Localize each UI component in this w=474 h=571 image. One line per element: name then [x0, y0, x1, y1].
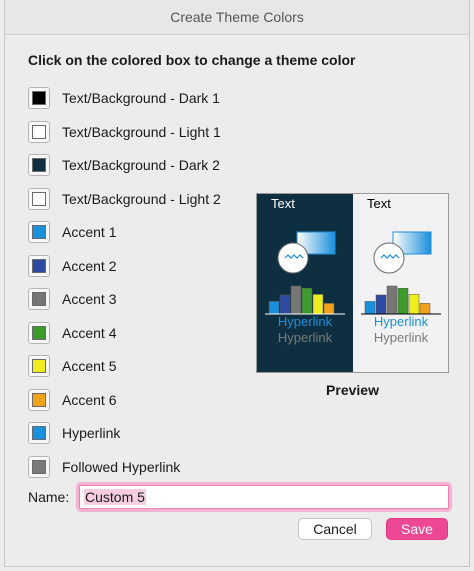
theme-color-label: Accent 3 — [62, 291, 117, 307]
color-swatch — [32, 392, 46, 407]
preview-light-bar — [408, 294, 420, 315]
color-swatch-button[interactable] — [28, 254, 50, 277]
color-swatch — [32, 191, 46, 206]
preview-dark-hyperlink: Hyperlink — [278, 314, 333, 329]
preview-dark-bar — [301, 287, 313, 315]
theme-color-row: Text/Background - Light 2 — [28, 186, 243, 212]
theme-color-label: Text/Background - Light 1 — [62, 123, 221, 140]
preview-light-bar — [375, 294, 387, 315]
preview-dark-bar — [279, 294, 291, 315]
color-swatch-button[interactable] — [28, 120, 50, 143]
color-swatch — [32, 225, 46, 239]
preview-dark-bar — [312, 294, 324, 315]
preview-dark-bar — [323, 303, 335, 315]
color-swatch — [32, 359, 46, 373]
theme-color-label: Accent 1 — [62, 224, 117, 240]
color-swatch — [32, 459, 46, 474]
theme-color-label: Accent 5 — [62, 358, 117, 374]
theme-color-label: Text/Background - Dark 1 — [62, 90, 220, 106]
color-swatch — [32, 124, 46, 139]
theme-color-row: Accent 5 — [28, 353, 243, 379]
color-swatch-button[interactable] — [28, 288, 50, 310]
theme-color-row: Accent 6 — [28, 387, 243, 413]
color-swatch-button[interactable] — [28, 187, 50, 210]
preview-dark-circle-shape — [277, 242, 309, 274]
theme-preview: Text Hyperlink Hyperlink Text Hyperlink Hyper… — [256, 193, 449, 373]
create-theme-colors-dialog: Create Theme Colors Click on the colored… — [4, 0, 470, 567]
preview-dark-followed-hyperlink: Hyperlink — [278, 330, 333, 345]
preview-caption: Preview — [326, 382, 379, 398]
name-input[interactable]: Custom 5 — [79, 485, 449, 509]
preview-light-bar — [364, 301, 376, 315]
color-swatch-button[interactable] — [28, 388, 50, 411]
theme-color-row: Text/Background - Dark 2 — [28, 152, 243, 178]
theme-color-label: Text/Background - Light 2 — [62, 190, 221, 207]
theme-color-row: Accent 1 — [28, 219, 243, 245]
theme-color-label: Accent 2 — [62, 257, 117, 274]
theme-color-row: Text/Background - Light 1 — [28, 119, 243, 145]
preview-light-bar — [386, 285, 398, 315]
preview-dark-bar — [290, 285, 302, 315]
theme-color-row: Followed Hyperlink — [28, 454, 243, 480]
theme-color-row: Accent 2 — [28, 253, 243, 279]
preview-light-text: Text — [367, 196, 391, 211]
preview-dark-background — [257, 194, 353, 372]
preview-light-hyperlink: Hyperlink — [374, 314, 429, 329]
color-swatch-button[interactable] — [28, 321, 50, 344]
preview-light-bar — [419, 303, 431, 315]
color-swatch — [32, 158, 46, 172]
color-swatch — [32, 91, 46, 105]
theme-color-row: Hyperlink — [28, 420, 243, 446]
theme-color-row: Accent 3 — [28, 286, 243, 312]
color-swatch — [32, 292, 46, 306]
theme-color-label: Followed Hyperlink — [62, 458, 181, 475]
theme-color-row: Accent 4 — [28, 320, 243, 346]
color-swatch — [32, 426, 46, 440]
instruction-text: Click on the colored box to change a the… — [28, 52, 356, 68]
color-swatch — [32, 258, 46, 273]
name-label: Name: — [28, 489, 70, 505]
color-swatch — [32, 325, 46, 340]
preview-light-circle-shape — [373, 242, 405, 274]
theme-color-row: Text/Background - Dark 1 — [28, 85, 243, 111]
color-swatch-button[interactable] — [28, 154, 50, 176]
preview-light-background — [353, 194, 448, 372]
preview-light-bar — [397, 287, 409, 315]
window-title: Create Theme Colors — [5, 0, 469, 35]
color-swatch-button[interactable] — [28, 221, 50, 243]
color-swatch-button[interactable] — [28, 422, 50, 444]
theme-color-label: Text/Background - Dark 2 — [62, 157, 220, 173]
theme-color-label: Hyperlink — [62, 425, 121, 441]
color-swatch-button[interactable] — [28, 87, 50, 109]
color-swatch-button[interactable] — [28, 455, 50, 478]
color-swatch-button[interactable] — [28, 355, 50, 377]
preview-dark-text: Text — [271, 196, 295, 211]
name-input-value: Custom 5 — [84, 489, 146, 505]
theme-color-label: Accent 4 — [62, 324, 117, 341]
preview-light-followed-hyperlink: Hyperlink — [374, 330, 429, 345]
cancel-button[interactable]: Cancel — [298, 518, 372, 540]
preview-graphic: TextHyperlinkHyperlinkTextHyperlinkHyper… — [257, 194, 448, 372]
preview-dark-bar — [268, 301, 280, 315]
save-button[interactable]: Save — [386, 518, 448, 540]
theme-color-label: Accent 6 — [62, 391, 117, 408]
